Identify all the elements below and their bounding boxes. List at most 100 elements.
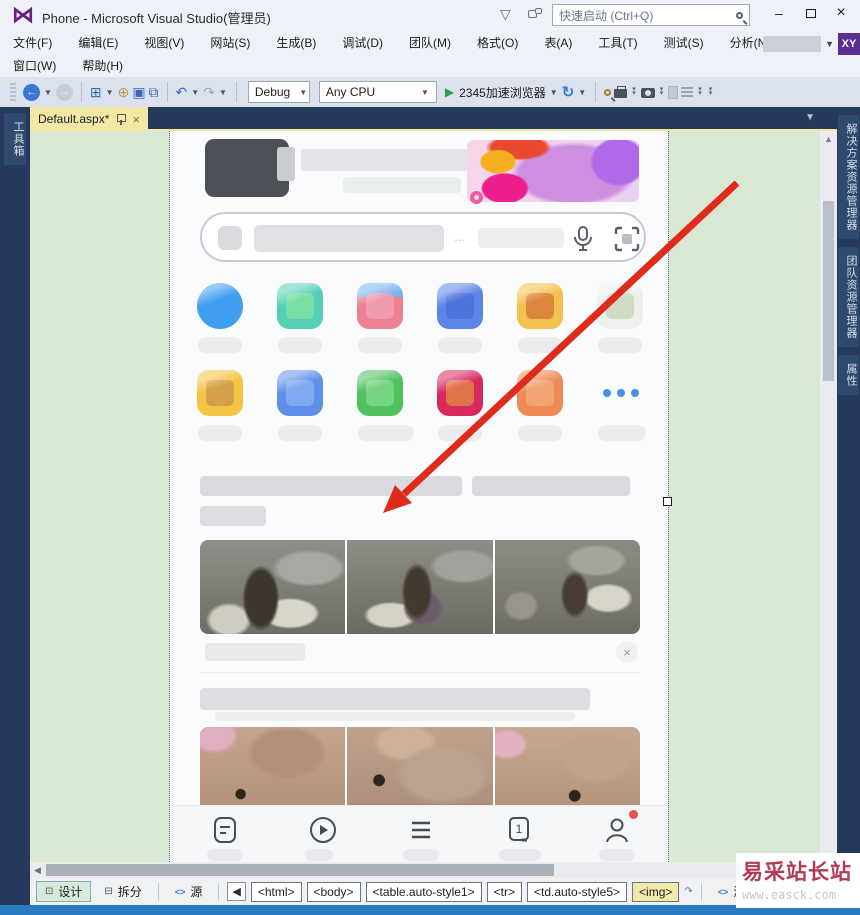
account-avatar[interactable]: XY xyxy=(838,33,860,55)
team-explorer-tab[interactable]: 团队资源管理器 xyxy=(838,247,859,347)
phone-screenshot-image[interactable]: … × 1 xyxy=(171,131,668,862)
table-cell-left[interactable] xyxy=(30,131,170,862)
nav-menu-icon[interactable] xyxy=(406,815,436,845)
notifications-funnel-icon[interactable]: ▽ xyxy=(500,6,511,23)
solution-explorer-tab[interactable]: 解决方案资源管理器 xyxy=(838,115,859,239)
app-icon-browser[interactable] xyxy=(197,283,243,329)
promo-banner[interactable] xyxy=(467,140,639,202)
dismiss-card-icon[interactable]: × xyxy=(616,641,638,663)
menu-edit[interactable]: 编辑(E) xyxy=(65,31,131,54)
save-icon[interactable]: ▣ xyxy=(132,85,145,99)
video-frame-3[interactable] xyxy=(494,727,640,813)
pin-icon[interactable] xyxy=(116,113,127,125)
solution-platform-dropdown[interactable]: Any CPU ▼ xyxy=(318,81,437,103)
scrollbar-thumb[interactable] xyxy=(823,201,834,381)
toolbar-overflow-icon[interactable]: ▾ ▾ xyxy=(632,86,636,97)
open-file-icon[interactable]: ⊕ xyxy=(118,85,130,99)
app-icon-blue2[interactable] xyxy=(277,370,323,416)
undo-icon[interactable]: ↶ xyxy=(176,85,188,99)
app-icon-green[interactable] xyxy=(357,370,403,416)
menu-tools[interactable]: 工具(T) xyxy=(585,31,650,54)
nav-profile-icon[interactable] xyxy=(602,815,632,845)
menu-website[interactable]: 网站(S) xyxy=(197,31,263,54)
selection-resize-handle[interactable] xyxy=(663,497,672,506)
app-icon-yellow[interactable] xyxy=(517,283,563,329)
tag-table[interactable]: <table.auto-style1> xyxy=(365,881,482,902)
scrollbar-thumb[interactable] xyxy=(46,864,554,876)
scan-qr-icon[interactable] xyxy=(614,226,640,252)
save-all-icon[interactable]: ⧉ xyxy=(149,85,159,99)
tag-nav-scroll-left-button[interactable]: ◀ xyxy=(227,882,246,901)
menu-format[interactable]: 格式(O) xyxy=(464,31,531,54)
source-view-button[interactable]: <> 源 xyxy=(167,881,211,902)
new-item-dropdown-icon[interactable]: ▼ xyxy=(105,88,115,97)
table-cell-right[interactable] xyxy=(668,131,820,862)
video-frame-1[interactable] xyxy=(200,540,346,634)
nav-video-icon[interactable] xyxy=(308,815,338,845)
tag-nav-more-icon[interactable]: ↷ xyxy=(684,886,692,897)
screenshot-icon[interactable] xyxy=(640,88,655,98)
tag-tr[interactable]: <tr> xyxy=(486,881,522,902)
video-thumbnails-squirrel[interactable] xyxy=(200,727,640,813)
more-apps-icon[interactable] xyxy=(603,389,639,397)
menu-help[interactable]: 帮助(H) xyxy=(69,54,136,77)
navigate-back-button[interactable]: ← xyxy=(23,83,40,101)
undo-dropdown-icon[interactable]: ▼ xyxy=(190,88,200,97)
find-in-files-icon[interactable] xyxy=(604,88,612,96)
close-button[interactable]: × xyxy=(824,0,858,26)
run-target-label[interactable]: 2345加速浏览器 xyxy=(459,84,546,101)
properties-tab[interactable]: 属性 xyxy=(838,355,859,395)
menu-debug[interactable]: 调试(D) xyxy=(329,31,396,54)
tab-close-icon[interactable]: × xyxy=(132,112,140,127)
redo-dropdown-icon[interactable]: ▼ xyxy=(218,88,228,97)
tab-list-dropdown-icon[interactable]: ▼ xyxy=(805,112,815,123)
toolbar-overflow-icon[interactable]: ▾ ▾ xyxy=(709,86,713,97)
feedback-icon[interactable] xyxy=(528,8,542,20)
nav-tabs-icon[interactable]: 1 xyxy=(504,815,534,845)
tag-td[interactable]: <td.auto-style5> xyxy=(526,881,628,902)
run-target-dropdown-icon[interactable]: ▼ xyxy=(549,88,559,97)
menu-team[interactable]: 团队(M) xyxy=(396,31,464,54)
toolbox-icon[interactable] xyxy=(614,86,628,98)
back-dropdown-icon[interactable]: ▼ xyxy=(43,88,53,97)
toolbar-overflow-icon[interactable]: ▾ ▾ xyxy=(660,86,664,97)
video-frame-2[interactable] xyxy=(347,727,493,813)
menu-view[interactable]: 视图(V) xyxy=(131,31,197,54)
video-thumbnails-girl-dog[interactable] xyxy=(200,540,640,634)
tag-body[interactable]: <body> xyxy=(306,881,361,902)
nav-feed-icon[interactable] xyxy=(210,815,240,845)
refresh-icon[interactable]: ↻ xyxy=(562,83,575,101)
document-tab[interactable]: Default.aspx* × xyxy=(30,107,148,131)
design-horizontal-scrollbar[interactable]: ◀ xyxy=(30,862,837,878)
split-view-button[interactable]: ⊟ 拆分 xyxy=(96,881,149,902)
microphone-icon[interactable] xyxy=(572,226,594,252)
app-icon-orange[interactable] xyxy=(517,370,563,416)
account-area[interactable]: ▼ XY xyxy=(763,33,860,55)
menu-file[interactable]: 文件(F) xyxy=(0,31,65,54)
maximize-button[interactable] xyxy=(794,0,828,26)
app-icon-yellow2[interactable] xyxy=(197,370,243,416)
toolbox-tab[interactable]: 工具箱 xyxy=(4,113,26,165)
search-bar[interactable]: … xyxy=(200,212,646,262)
app-icon-red[interactable] xyxy=(437,370,483,416)
design-view-button[interactable]: ⊡ 设计 xyxy=(36,881,92,902)
app-icon-chat[interactable] xyxy=(277,283,323,329)
design-vertical-scrollbar[interactable]: ▲ xyxy=(820,131,837,862)
video-frame-3[interactable] xyxy=(494,540,640,634)
new-item-icon[interactable]: ⊞ xyxy=(90,85,102,99)
quick-launch-box[interactable]: 快速启动 (Ctrl+Q) xyxy=(552,4,750,26)
scroll-left-icon[interactable]: ◀ xyxy=(34,865,41,876)
refresh-dropdown-icon[interactable]: ▼ xyxy=(577,88,587,97)
tag-img-active[interactable]: <img> xyxy=(632,881,680,902)
video-frame-1[interactable] xyxy=(200,727,346,813)
navigate-forward-button[interactable]: → xyxy=(55,83,73,101)
app-icon-blue[interactable] xyxy=(437,283,483,329)
scroll-up-icon[interactable]: ▲ xyxy=(820,131,837,144)
toolbar-overflow-icon[interactable]: ▾ ▾ xyxy=(698,86,702,97)
redo-icon[interactable]: ↷ xyxy=(203,85,215,99)
menu-table[interactable]: 表(A) xyxy=(531,31,585,54)
minimize-button[interactable]: – xyxy=(762,0,796,26)
start-debug-icon[interactable]: ▶ xyxy=(445,85,454,99)
menu-window[interactable]: 窗口(W) xyxy=(0,54,69,77)
menu-test[interactable]: 测试(S) xyxy=(651,31,717,54)
